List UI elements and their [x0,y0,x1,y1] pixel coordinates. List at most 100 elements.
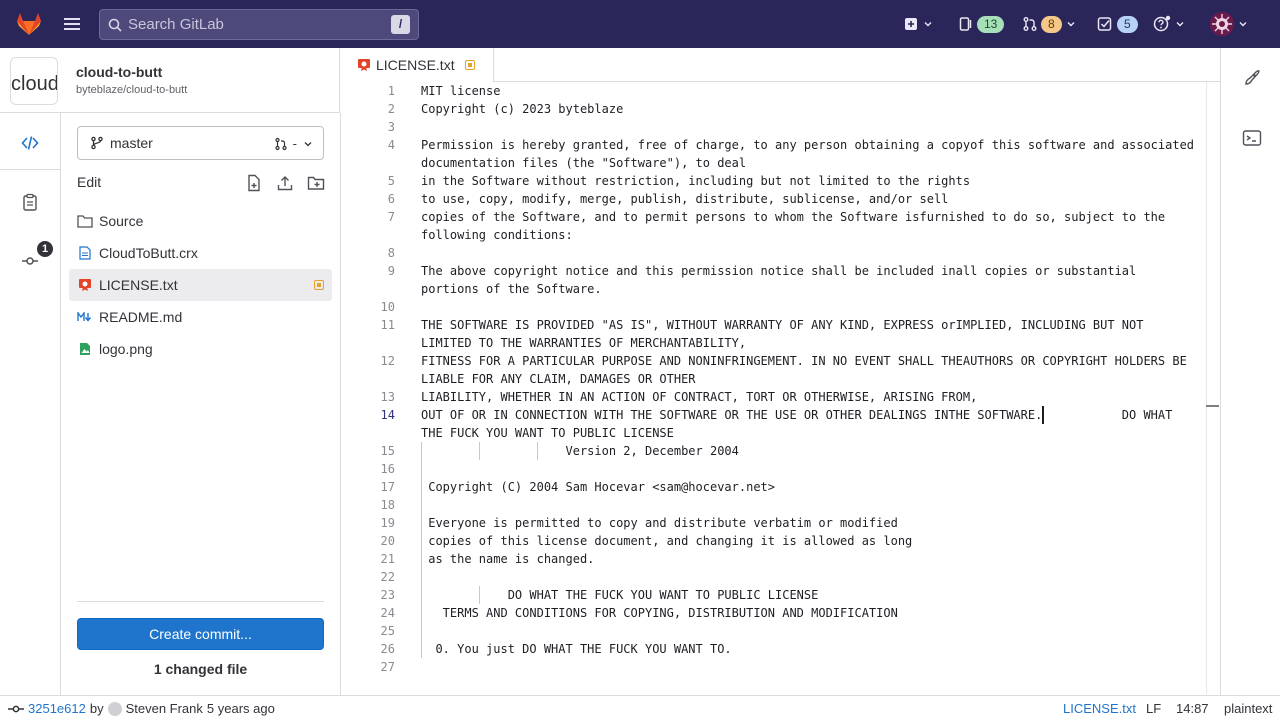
editor-line: THE FUCK YOU WANT TO PUBLIC LICENSE [341,424,1207,442]
editor-scrollbar[interactable] [1206,82,1207,694]
editor-line: 18 [341,496,1207,514]
editor-line: LIABLE FOR ANY CLAIM, DAMAGES OR OTHER [341,370,1207,388]
code-editor[interactable]: 1 MIT license 2 Copyright (c) 2023 byteblaz… [341,82,1207,694]
search-icon [108,18,122,32]
project-avatar[interactable]: cloud [10,57,58,105]
menu-icon[interactable] [62,14,84,34]
chevron-down-icon [1239,22,1247,27]
commit-sha-link[interactable]: 3251e612 [28,701,86,716]
create-new-dropdown[interactable] [903,12,933,36]
editor-line: 3 [341,118,1207,136]
status-language: plaintext [1224,701,1273,716]
user-menu-dropdown[interactable] [1210,12,1248,36]
branch-selector[interactable]: master - [77,126,324,160]
status-bar: 3251e612 by Steven Frank 5 years ago LIC… [0,695,1280,720]
plus-square-icon [905,18,917,30]
editor-line: 10 [341,298,1207,316]
editor-line: 23 DO WHAT THE FUCK YOU WANT TO PUBLIC L… [341,586,1207,604]
editor-line: 17 Copyright (C) 2004 Sam Hocevar <sam@h… [341,478,1207,496]
line-number: 18 [380,498,395,512]
editor-line: 9 The above copyright notice and this per… [341,262,1207,280]
file-tree-item-readme-md[interactable]: README.md [69,301,332,333]
status-eol: LF [1146,701,1162,716]
line-number: 11 [380,318,395,332]
merge-requests-dropdown[interactable]: 8 [1022,12,1076,36]
editor-line: 4 Permission is hereby granted, free of c… [341,136,1207,154]
todos-button[interactable]: 5 [1097,12,1138,36]
file-tree-item-source[interactable]: Source [69,205,332,237]
file-tree-item-label: logo.png [99,341,153,357]
merge-request-selector[interactable]: - [274,136,313,151]
file-tree-item-license-txt[interactable]: LICENSE.txt [69,269,332,301]
file-tree: Source CloudToButt.crx LICENSE.txt READM… [69,205,332,365]
modified-file-icon [314,280,324,290]
search-bar[interactable]: / [99,9,419,40]
line-text: as the name is changed. [421,552,595,566]
right-sidebar [1220,48,1280,695]
status-cursor-position: 14:87 [1176,701,1209,716]
editor-line: 24 TERMS AND CONDITIONS FOR COPYING, DIS… [341,604,1207,622]
merge-request-icon [275,137,287,150]
line-text: portions of the Software. [421,282,602,296]
line-number: 7 [387,210,395,224]
line-number: 22 [380,570,395,584]
chevron-down-icon [924,22,932,27]
todo-icon [1097,17,1112,31]
status-file-link[interactable]: LICENSE.txt [1063,701,1136,716]
file-icon [77,245,93,261]
line-number: 3 [387,120,395,134]
issues-button[interactable]: 13 [958,12,1005,36]
line-text: THE SOFTWARE IS PROVIDED "AS IS", WITHOU… [421,318,1144,332]
line-text: copies of this license document, and cha… [421,534,913,548]
tab-license-txt[interactable]: LICENSE.txt [341,48,494,82]
editor-line: 13 LIABILITY, WHETHER IN AN ACTION OF CON… [341,388,1207,406]
line-number: 9 [387,264,395,278]
license-icon [77,277,93,293]
last-commit-info: 3251e612 by Steven Frank 5 years ago [8,701,275,716]
branch-icon [91,136,103,150]
new-directory-icon[interactable] [307,174,325,192]
line-number: 27 [380,660,395,674]
line-number: 25 [380,624,395,638]
help-dropdown[interactable] [1153,12,1185,36]
tab-label: LICENSE.txt [376,57,455,73]
project-path[interactable]: byteblaze/cloud-to-butt [76,84,187,96]
editor-line: 8 [341,244,1207,262]
project-name[interactable]: cloud-to-butt [76,64,162,80]
changed-files-count: 1 changed file [153,661,248,677]
line-text: Copyright (C) 2004 Sam Hocevar <sam@hoce… [421,480,776,494]
upload-icon[interactable] [276,174,294,192]
image-file-icon [77,341,93,357]
license-icon [358,59,370,71]
author-avatar [107,701,122,716]
line-text: 0. You just DO WHAT THE FUCK YOU WANT TO… [421,642,732,656]
review-mode-button[interactable] [16,188,44,216]
editor-line: LIMITED TO THE WARRANTIES OF MERCHANTABI… [341,334,1207,352]
file-tree-item-logo-png[interactable]: logo.png [69,333,332,365]
file-tree-item-label: Source [99,213,144,229]
edit-mode-button[interactable] [16,129,44,157]
line-text: Version 2, December 2004 [421,444,739,458]
commit-time: 5 years ago [206,701,275,716]
search-input[interactable] [128,16,388,33]
line-number: 17 [380,480,395,494]
help-icon [1153,15,1171,32]
file-tree-item-cloudtobutt-crx[interactable]: CloudToButt.crx [69,237,332,269]
file-tree-item-label: LICENSE.txt [99,277,178,293]
new-file-icon[interactable] [245,174,263,192]
clipboard-icon [23,193,37,211]
line-number: 1 [387,84,395,98]
line-text: LIABILITY, WHETHER IN AN ACTION OF CONTR… [421,390,978,404]
rocket-icon[interactable] [1242,68,1262,88]
line-number: 23 [380,588,395,602]
overview-ruler-cursor-mark [1206,405,1219,407]
commit-icon [22,257,38,265]
create-commit-button[interactable]: Create commit... [77,618,324,650]
issues-count-badge: 13 [977,15,1005,33]
line-text: Permission is hereby granted, free of ch… [421,138,1195,152]
editor-line: 20 copies of this license document, and … [341,532,1207,550]
terminal-icon[interactable] [1242,128,1262,148]
chevron-down-icon [1176,22,1184,27]
gitlab-logo-icon[interactable] [16,12,42,36]
editor-line: 6 to use, copy, modify, merge, publish, d… [341,190,1207,208]
